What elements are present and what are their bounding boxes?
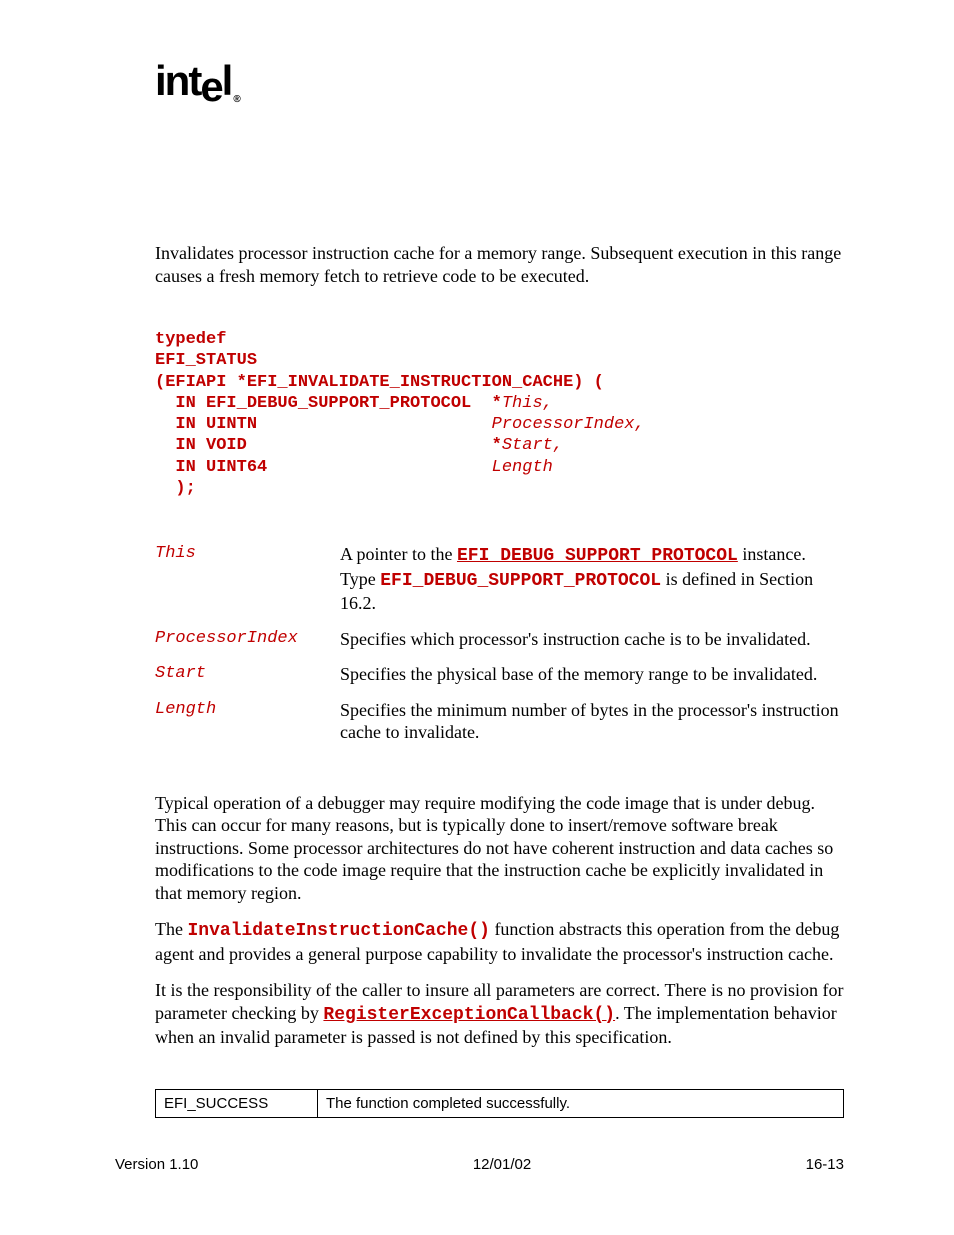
- param-row: ProcessorIndex Specifies which processor…: [155, 628, 844, 651]
- desc-text: The: [155, 919, 187, 939]
- code-line: );: [155, 479, 196, 498]
- param-name: This: [155, 543, 340, 563]
- param-row: Start Specifies the physical base of the…: [155, 663, 844, 686]
- footer-page: 16-13: [806, 1156, 844, 1173]
- param-desc: A pointer to the EFI_DEBUG_SUPPORT_PROTO…: [340, 543, 844, 615]
- code-param: Length: [492, 458, 553, 477]
- description-paragraph: Typical operation of a debugger may requ…: [155, 792, 844, 905]
- status-codes-table: EFI_SUCCESS The function completed succe…: [155, 1089, 844, 1118]
- param-name: Length: [155, 699, 340, 719]
- param-name: ProcessorIndex: [155, 628, 340, 648]
- description-paragraph: The InvalidateInstructionCache() functio…: [155, 918, 844, 965]
- code-line: IN UINT64: [155, 458, 492, 477]
- status-desc: The function completed successfully.: [318, 1089, 844, 1117]
- param-desc: Specifies the minimum number of bytes in…: [340, 699, 844, 744]
- summary-text: Invalidates processor instruction cache …: [155, 242, 844, 287]
- protocol-link[interactable]: EFI_DEBUG_SUPPORT_PROTOCOL: [457, 546, 738, 566]
- status-code: EFI_SUCCESS: [156, 1089, 318, 1117]
- code-line: (EFIAPI *EFI_INVALIDATE_INSTRUCTION_CACH…: [155, 373, 604, 392]
- code-param: ProcessorIndex,: [492, 415, 645, 434]
- footer-version: Version 1.10: [115, 1156, 198, 1173]
- param-name: Start: [155, 663, 340, 683]
- description-paragraph: It is the responsibility of the caller t…: [155, 979, 844, 1049]
- code-param: Start,: [502, 436, 563, 455]
- function-link[interactable]: RegisterExceptionCallback(): [323, 1005, 615, 1025]
- param-desc: Specifies the physical base of the memor…: [340, 663, 844, 686]
- code-line: IN UINTN: [155, 415, 492, 434]
- code-line: EFI_STATUS: [155, 351, 257, 370]
- description-section: Typical operation of a debugger may requ…: [155, 792, 844, 1049]
- code-line: IN VOID *: [155, 436, 502, 455]
- intel-logo: intel®: [155, 60, 844, 102]
- param-desc-text: A pointer to the: [340, 544, 457, 564]
- param-row: Length Specifies the minimum number of b…: [155, 699, 844, 744]
- table-row: EFI_SUCCESS The function completed succe…: [156, 1089, 844, 1117]
- parameters-section: This A pointer to the EFI_DEBUG_SUPPORT_…: [155, 543, 844, 744]
- code-param: This,: [502, 394, 553, 413]
- param-desc: Specifies which processor's instruction …: [340, 628, 844, 651]
- prototype-block: typedef EFI_STATUS (EFIAPI *EFI_INVALIDA…: [155, 329, 844, 499]
- protocol-code: EFI_DEBUG_SUPPORT_PROTOCOL: [380, 571, 661, 591]
- footer-date: 12/01/02: [473, 1156, 531, 1173]
- code-line: IN EFI_DEBUG_SUPPORT_PROTOCOL *: [155, 394, 502, 413]
- function-name: InvalidateInstructionCache(): [187, 921, 489, 941]
- param-row: This A pointer to the EFI_DEBUG_SUPPORT_…: [155, 543, 844, 615]
- page-footer: Version 1.10 12/01/02 16-13: [115, 1156, 844, 1173]
- code-line: typedef: [155, 330, 226, 349]
